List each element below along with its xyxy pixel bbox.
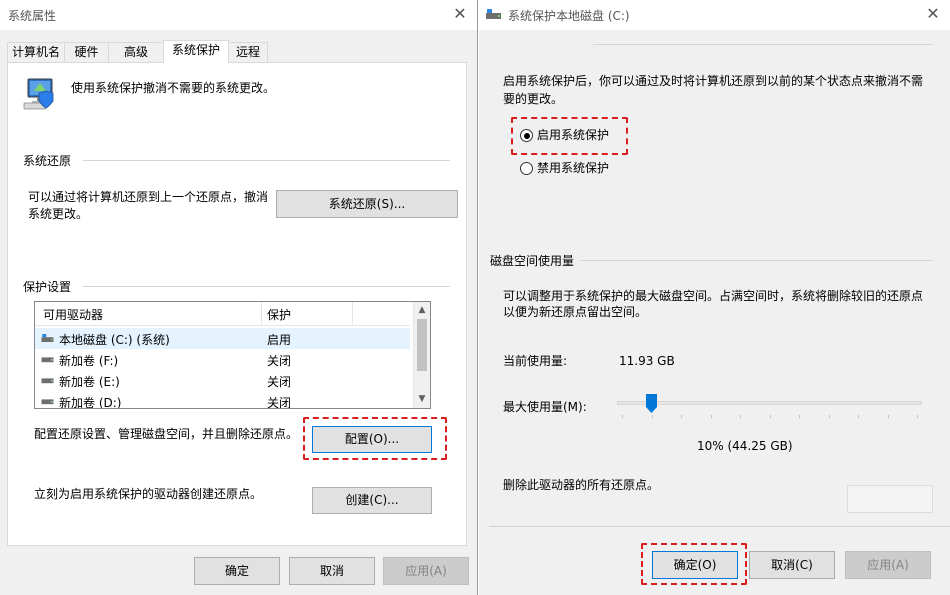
configure-button[interactable]: 配置(O)... <box>312 426 432 453</box>
current-usage-label: 当前使用量: <box>503 354 568 368</box>
close-icon[interactable]: ✕ <box>923 4 943 24</box>
slider-tick <box>887 415 889 418</box>
scroll-thumb[interactable] <box>417 319 427 371</box>
divider <box>83 286 450 287</box>
protection-status: 启用 <box>267 333 292 347</box>
list-item[interactable]: 新加卷 (F:) 关闭 <box>35 349 410 370</box>
drive-name: 新加卷 (D:) <box>59 396 122 409</box>
tab-advanced[interactable]: 高级 <box>108 42 164 62</box>
slider-tick <box>622 415 623 418</box>
slider-tick <box>740 415 741 418</box>
vertical-scrollbar[interactable]: ▲ ▼ <box>413 302 430 408</box>
protection-status: 关闭 <box>267 375 292 389</box>
apply-button[interactable]: 应用(A) <box>845 551 931 579</box>
system-drive-icon <box>486 9 501 19</box>
create-desc: 立刻为启用系统保护的驱动器创建还原点。 <box>34 487 263 501</box>
list-item[interactable]: 本地磁盘 (C:) (系统) 启用 <box>35 328 410 349</box>
enable-protection-label[interactable]: 启用系统保护 <box>537 126 609 144</box>
delete-button[interactable] <box>847 485 933 513</box>
column-protection[interactable]: 保护 <box>267 306 291 323</box>
configure-desc: 配置还原设置、管理磁盘空间，并且删除还原点。 <box>34 427 299 441</box>
slider-tick <box>858 415 859 418</box>
cancel-button[interactable]: 取消(C) <box>749 551 835 579</box>
apply-button[interactable]: 应用(A) <box>383 557 469 585</box>
slider-tick <box>769 415 771 418</box>
current-usage-value: 11.93 GB <box>619 354 675 368</box>
divider <box>580 260 933 261</box>
enable-protection-radio[interactable] <box>520 129 533 142</box>
protection-settings-heading: 保护设置 <box>23 280 72 294</box>
system-restore-button[interactable]: 系统还原(S)... <box>276 190 458 218</box>
intro-text: 使用系统保护撤消不需要的系统更改。 <box>71 81 276 95</box>
system-drive-icon <box>41 334 54 342</box>
drive-icon <box>41 378 54 384</box>
slider-tick <box>681 415 682 418</box>
scroll-down-icon[interactable]: ▼ <box>414 391 430 407</box>
protection-status: 关闭 <box>267 354 292 368</box>
scroll-up-icon[interactable]: ▲ <box>414 302 430 318</box>
create-button[interactable]: 创建(C)... <box>312 487 432 514</box>
divider <box>593 44 933 45</box>
title-bar: 系统属性 ✕ <box>0 0 477 30</box>
drive-list[interactable]: 可用驱动器 保护 本地磁盘 (C:) (系统) 启用 新加卷 (F:) 关闭 新… <box>34 301 431 409</box>
window-title: 系统保护本地磁盘 (C:) <box>508 9 630 23</box>
window-title: 系统属性 <box>8 9 57 23</box>
divider <box>489 526 950 527</box>
protection-desc-line2: 要的更改。 <box>503 92 564 106</box>
tab-system-protection[interactable]: 系统保护 <box>163 40 229 63</box>
system-restore-heading: 系统还原 <box>23 154 72 168</box>
max-usage-slider-track[interactable] <box>617 401 922 405</box>
slider-tick <box>828 415 830 418</box>
disable-protection-radio[interactable] <box>520 162 533 175</box>
list-item[interactable]: 新加卷 (D:) 关闭 <box>35 391 410 409</box>
restore-desc-line2: 系统更改。 <box>28 207 89 221</box>
title-bar: 系统保护本地磁盘 (C:) ✕ <box>479 0 950 30</box>
drive-name: 本地磁盘 (C:) (系统) <box>59 333 170 347</box>
slider-tick <box>917 415 918 418</box>
divider <box>83 160 450 161</box>
restore-desc-line1: 可以通过将计算机还原到上一个还原点，撤消 <box>28 190 269 204</box>
max-usage-label: 最大使用量(M): <box>503 400 587 414</box>
protection-desc-line1: 启用系统保护后，你可以通过及时将计算机还原到以前的某个状态点来撤消不需 <box>503 74 924 88</box>
protection-status: 关闭 <box>267 396 292 409</box>
drive-icon <box>41 357 54 363</box>
max-usage-slider-thumb[interactable] <box>646 394 657 413</box>
cancel-button[interactable]: 取消 <box>289 557 375 585</box>
column-drives[interactable]: 可用驱动器 <box>43 306 103 323</box>
drive-icon <box>41 399 54 405</box>
ok-button[interactable]: 确定(O) <box>652 551 738 579</box>
slider-tick <box>710 415 712 418</box>
tab-hardware[interactable]: 硬件 <box>64 42 109 62</box>
delete-restore-points-desc: 删除此驱动器的所有还原点。 <box>503 478 660 492</box>
max-usage-value: 10% (44.25 GB) <box>697 439 793 453</box>
column-separator <box>261 302 262 326</box>
list-item[interactable]: 新加卷 (E:) 关闭 <box>35 370 410 391</box>
ok-button[interactable]: 确定 <box>194 557 280 585</box>
disk-desc-line2: 以便为新还原点留出空间。 <box>503 305 648 319</box>
drive-name: 新加卷 (F:) <box>59 354 119 368</box>
disable-protection-label[interactable]: 禁用系统保护 <box>537 159 609 177</box>
tab-computer-name[interactable]: 计算机名 <box>7 42 65 62</box>
tab-remote[interactable]: 远程 <box>228 42 268 62</box>
close-icon[interactable]: ✕ <box>450 4 470 24</box>
drive-name: 新加卷 (E:) <box>59 375 120 389</box>
list-header: 可用驱动器 保护 <box>35 302 410 326</box>
disk-usage-heading: 磁盘空间使用量 <box>490 254 575 268</box>
slider-tick <box>799 415 800 418</box>
slider-tick <box>651 415 653 418</box>
system-properties-window: 系统属性 ✕ 计算机名 硬件 高级 系统保护 远程 使用系统保护撤消不需要的系统… <box>0 0 478 595</box>
computer-shield-icon <box>22 77 56 111</box>
column-separator <box>352 302 353 326</box>
